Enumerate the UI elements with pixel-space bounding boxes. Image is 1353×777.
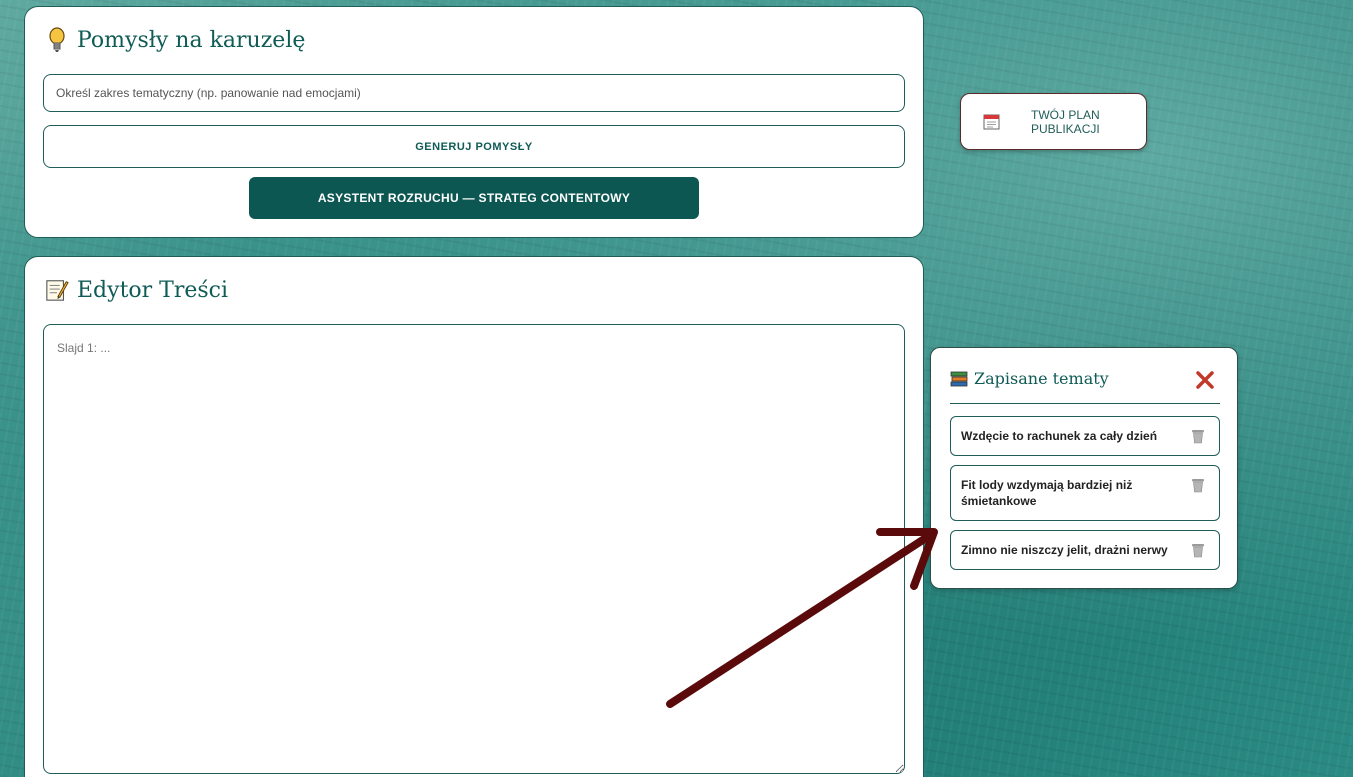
assistant-button[interactable]: ASYSTENT ROZRUCHU — STRATEG CONTENTOWY xyxy=(249,177,699,219)
publication-plan-button[interactable]: TWÓJ PLAN PUBLIKACJI xyxy=(960,93,1147,150)
generate-ideas-button[interactable]: GENERUJ POMYSŁY xyxy=(43,125,905,168)
saved-topic-item[interactable]: Zimno nie niszczy jelit, drażni nerwy xyxy=(950,530,1220,570)
saved-topic-label: Zimno nie niszczy jelit, drażni nerwy xyxy=(961,543,1168,557)
publication-plan-label: TWÓJ PLAN PUBLIKACJI xyxy=(1031,107,1100,136)
editor-title: Edytor Treści xyxy=(77,277,229,303)
calendar-icon xyxy=(983,114,1000,130)
saved-topic-label: Wzdęcie to rachunek za cały dzień xyxy=(961,429,1158,443)
memo-icon xyxy=(46,280,69,301)
books-icon xyxy=(950,371,968,387)
ideas-card: Pomysły na karuzelę GENERUJ POMYSŁY ASYS… xyxy=(24,6,924,238)
saved-topic-item[interactable]: Wzdęcie to rachunek za cały dzień xyxy=(950,416,1220,456)
ideas-title: Pomysły na karuzelę xyxy=(77,27,306,53)
editor-heading: Edytor Treści xyxy=(45,277,228,303)
ideas-heading: Pomysły na karuzelę xyxy=(45,27,305,53)
trash-icon[interactable] xyxy=(1191,478,1205,493)
saved-topics-panel: Zapisane tematy Wzdęcie to rachunek za c… xyxy=(930,347,1238,589)
trash-icon[interactable] xyxy=(1191,429,1205,444)
annotation-arrow xyxy=(666,528,938,708)
topic-input[interactable] xyxy=(43,74,905,112)
saved-topics-title: Zapisane tematy xyxy=(974,369,1109,388)
saved-topic-label: Fit lody wzdymają bardziej niż śmietanko… xyxy=(961,478,1133,508)
lightbulb-icon xyxy=(49,27,65,52)
saved-topics-header: Zapisane tematy xyxy=(950,368,1220,404)
trash-icon[interactable] xyxy=(1191,543,1205,558)
close-icon[interactable] xyxy=(1195,370,1215,390)
saved-topic-item[interactable]: Fit lody wzdymają bardziej niż śmietanko… xyxy=(950,465,1220,521)
